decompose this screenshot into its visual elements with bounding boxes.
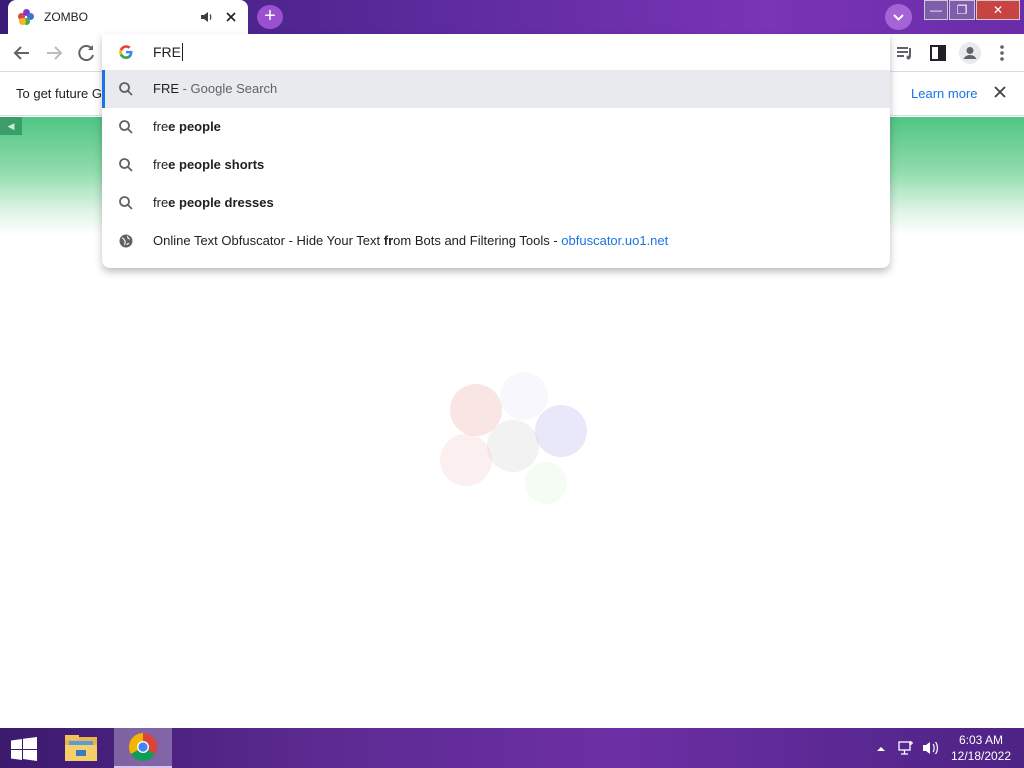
chrome-taskbar-button[interactable] bbox=[114, 728, 172, 768]
info-bar-close-icon[interactable] bbox=[992, 84, 1008, 100]
side-panel-button[interactable] bbox=[926, 41, 950, 65]
search-icon bbox=[118, 119, 134, 135]
tab-search-button[interactable] bbox=[885, 4, 912, 30]
browser-tab[interactable]: ZOMBO bbox=[8, 0, 248, 34]
reload-icon bbox=[78, 45, 94, 62]
chrome-icon bbox=[129, 733, 157, 761]
forward-button[interactable] bbox=[42, 41, 66, 65]
search-icon bbox=[118, 157, 134, 173]
browser-title-bar: ZOMBO + — ❐ ✕ bbox=[0, 0, 1024, 34]
globe-icon bbox=[118, 233, 134, 249]
window-close-button[interactable]: ✕ bbox=[976, 0, 1020, 20]
suggestion-row[interactable]: Online Text Obfuscator - Hide Your Text … bbox=[102, 222, 890, 260]
network-icon[interactable] bbox=[896, 728, 916, 768]
profile-icon bbox=[959, 42, 981, 64]
suggestion-text: free people bbox=[153, 119, 221, 134]
back-button[interactable] bbox=[10, 41, 34, 65]
system-clock[interactable]: 6:03 AM 12/18/2022 bbox=[944, 728, 1018, 768]
search-icon bbox=[118, 195, 134, 211]
restore-icon: ❐ bbox=[956, 3, 968, 17]
windows-logo-icon bbox=[11, 737, 37, 761]
arrow-left-icon bbox=[13, 46, 29, 60]
omnibox-dropdown: FRE FRE - Google Search free people free… bbox=[102, 34, 890, 268]
media-control-icon bbox=[897, 47, 911, 60]
media-control-button[interactable] bbox=[893, 41, 917, 65]
tab-close-icon[interactable] bbox=[224, 10, 238, 24]
learn-more-link[interactable]: Learn more bbox=[911, 86, 977, 101]
zombo-logo-image bbox=[435, 372, 595, 512]
volume-icon[interactable] bbox=[921, 728, 941, 768]
file-explorer-taskbar-button[interactable] bbox=[60, 728, 102, 768]
clock-date: 12/18/2022 bbox=[950, 749, 1012, 763]
google-logo-icon bbox=[119, 45, 133, 59]
windows-taskbar: 6:03 AM 12/18/2022 bbox=[0, 728, 1024, 768]
omnibox[interactable]: FRE bbox=[102, 34, 890, 70]
chevron-up-icon[interactable] bbox=[874, 728, 888, 768]
profile-button[interactable] bbox=[958, 41, 982, 65]
start-button[interactable] bbox=[10, 737, 38, 761]
speaker-icon[interactable] bbox=[200, 10, 214, 24]
suggestion-row[interactable]: free people bbox=[102, 108, 890, 146]
window-minimize-button[interactable]: — bbox=[924, 0, 948, 20]
omnibox-input-text[interactable]: FRE bbox=[153, 43, 183, 61]
clock-time: 6:03 AM bbox=[958, 733, 1004, 747]
close-icon: ✕ bbox=[992, 3, 1004, 17]
side-collapse-tab[interactable]: ◀ bbox=[0, 117, 22, 135]
plus-icon: + bbox=[264, 5, 276, 27]
suggestion-row[interactable]: FRE - Google Search bbox=[102, 70, 890, 108]
folder-icon bbox=[65, 735, 97, 761]
window-maximize-button[interactable]: ❐ bbox=[949, 0, 975, 20]
side-panel-icon bbox=[930, 45, 946, 61]
search-icon bbox=[118, 81, 134, 97]
zombo-favicon-icon bbox=[18, 9, 34, 25]
suggestion-text: FRE - Google Search bbox=[153, 81, 278, 96]
suggestion-row[interactable]: free people shorts bbox=[102, 146, 890, 184]
suggestion-text: free people dresses bbox=[153, 195, 274, 210]
arrow-right-icon bbox=[47, 46, 63, 60]
chevron-down-icon bbox=[893, 14, 904, 21]
info-bar-text: To get future G bbox=[16, 86, 102, 101]
kebab-menu-icon bbox=[1000, 45, 1004, 61]
suggestion-text: Online Text Obfuscator - Hide Your Text … bbox=[153, 233, 669, 248]
menu-button[interactable] bbox=[990, 41, 1014, 65]
new-tab-button[interactable]: + bbox=[257, 5, 283, 29]
minimize-icon: — bbox=[930, 3, 942, 17]
suggestion-text: free people shorts bbox=[153, 157, 265, 172]
tab-title: ZOMBO bbox=[44, 10, 88, 24]
suggestion-row[interactable]: free people dresses bbox=[102, 184, 890, 222]
reload-button[interactable] bbox=[74, 41, 98, 65]
